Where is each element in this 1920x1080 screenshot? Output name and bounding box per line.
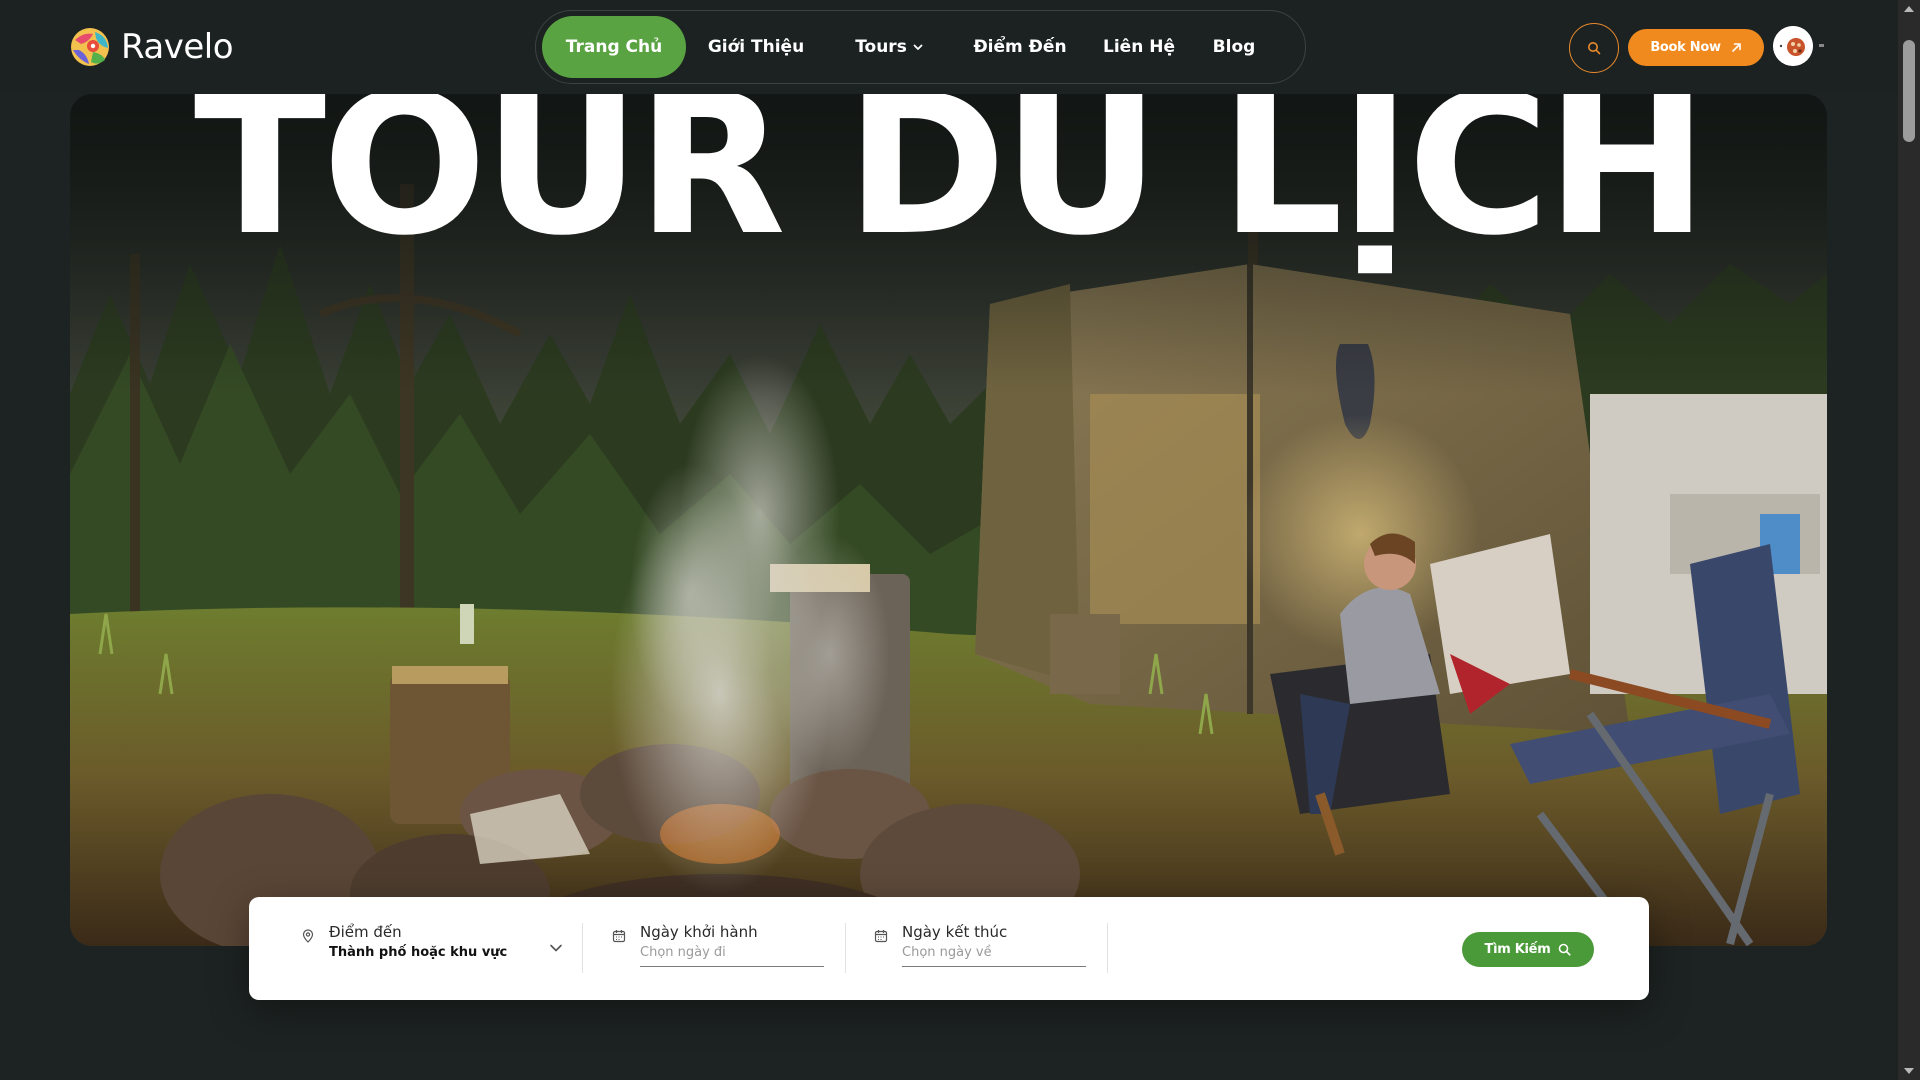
nav-item-label: Trang Chủ (565, 37, 663, 57)
nav-item-destinations[interactable]: Điểm Đến (952, 16, 1088, 78)
avatar-caret-icon (1819, 44, 1824, 47)
nav-item-about[interactable]: Giới Thiệu (686, 16, 826, 78)
avatar-image (1773, 26, 1813, 66)
page-scrollbar[interactable] (1898, 0, 1920, 1080)
field-divider (582, 923, 583, 973)
nav-item-blog[interactable]: Blog (1190, 16, 1278, 78)
main-nav: Trang Chủ Giới Thiệu Tours Điểm Đến Liên… (535, 10, 1306, 84)
end-date-input[interactable]: Chọn ngày về (902, 945, 1086, 967)
search-icon (1559, 943, 1572, 956)
page: Ravelo Trang Chủ Giới Thiệu Tours Điểm Đ… (0, 0, 1920, 1080)
nav-item-label: Liên Hệ (1103, 37, 1175, 57)
arrow-up-right-icon (1731, 43, 1741, 52)
chevron-down-icon (550, 944, 562, 952)
destination-select[interactable]: Điểm đến Thành phố hoặc khu vực (301, 919, 563, 979)
site-header: Ravelo Trang Chủ Giới Thiệu Tours Điểm Đ… (0, 0, 1898, 94)
start-date-label: Ngày khởi hành (640, 923, 758, 941)
scroll-down-icon[interactable] (1904, 1068, 1914, 1074)
nav-item-label: Tours (855, 37, 907, 57)
search-submit-label: Tìm Kiếm (1484, 942, 1551, 957)
destination-label: Điểm đến (329, 923, 402, 941)
user-avatar[interactable] (1773, 26, 1813, 66)
book-now-label: Book Now (1650, 40, 1721, 55)
field-divider (1107, 923, 1108, 973)
scroll-thumb[interactable] (1903, 40, 1915, 142)
calendar-icon (612, 930, 626, 943)
brand-logo[interactable]: Ravelo (69, 26, 234, 68)
end-date-field[interactable]: Ngày kết thúc Chọn ngày về (874, 919, 1104, 979)
map-pin-icon (302, 929, 314, 943)
scroll-up-icon[interactable] (1904, 6, 1914, 12)
nav-item-home[interactable]: Trang Chủ (542, 16, 686, 78)
nav-item-contact[interactable]: Liên Hệ (1088, 16, 1190, 78)
end-date-label: Ngày kết thúc (902, 923, 1008, 941)
calendar-icon (874, 930, 888, 943)
book-now-button[interactable]: Book Now (1628, 29, 1764, 66)
search-icon (1588, 42, 1601, 55)
brand-name: Ravelo (121, 27, 234, 67)
start-date-input[interactable]: Chọn ngày đi (640, 945, 824, 967)
nav-item-label: Blog (1212, 37, 1256, 57)
start-date-field[interactable]: Ngày khởi hành Chọn ngày đi (612, 919, 842, 979)
chevron-down-icon (913, 44, 923, 50)
hero-title: TOUR DU LỊCH (193, 52, 1708, 278)
logo-globe-icon (71, 28, 109, 66)
field-divider (845, 923, 846, 973)
header-search-button[interactable] (1569, 23, 1619, 73)
nav-item-tours[interactable]: Tours (826, 16, 952, 78)
nav-item-label: Giới Thiệu (707, 37, 805, 57)
search-submit-button[interactable]: Tìm Kiếm (1462, 932, 1594, 967)
nav-item-label: Điểm Đến (973, 37, 1067, 57)
tour-search-form: Điểm đến Thành phố hoặc khu vực Ngày khở… (249, 897, 1649, 1000)
destination-value: Thành phố hoặc khu vực (329, 945, 508, 960)
